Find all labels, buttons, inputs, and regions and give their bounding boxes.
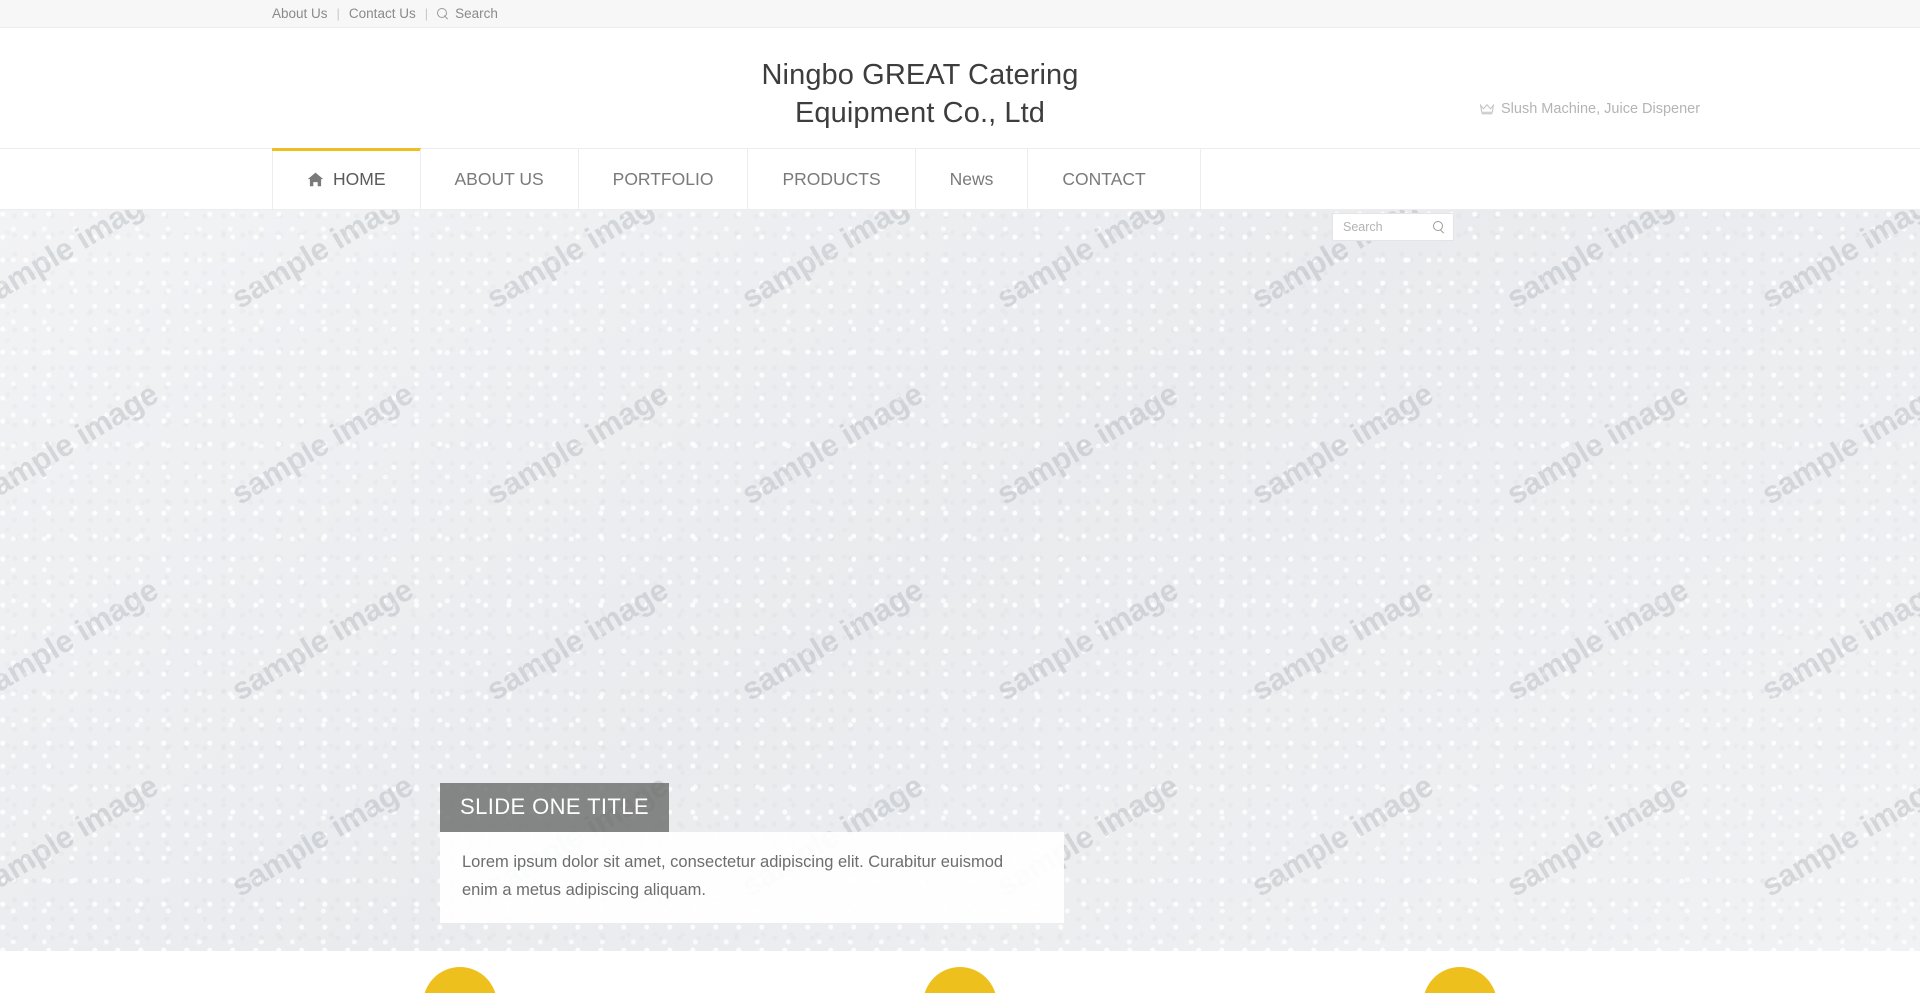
nav-item-label-products: PRODUCTS <box>782 168 881 189</box>
topbar-search-label: Search <box>455 5 498 21</box>
search-icon[interactable] <box>1433 221 1445 233</box>
feature-column-3 <box>1210 967 1710 993</box>
nav-item-label-portfolio: PORTFOLIO <box>612 168 714 189</box>
topbar-search-link[interactable]: Search <box>437 7 498 21</box>
main-navigation-inner: HOME ABOUT US PORTFOLIO PRODUCTS News CO… <box>210 148 1710 241</box>
slide-caption: SLIDE ONE TITLE Lorem ipsum dolor sit am… <box>440 783 1064 923</box>
topbar-link-about-us[interactable]: About Us <box>272 7 328 21</box>
nav-item-label-home: HOME <box>333 168 386 189</box>
top-utility-bar-inner: About Us | Contact Us | Search <box>210 0 1710 27</box>
search-icon <box>437 7 449 20</box>
site-title-line-2: Equipment Co., Ltd <box>794 97 1046 130</box>
nav-item-portfolio[interactable]: PORTFOLIO <box>577 149 748 209</box>
home-icon <box>307 172 324 186</box>
header-tagline: Slush Machine, Juice Dispener <box>1480 101 1700 117</box>
nav-item-products[interactable]: PRODUCTS <box>747 149 915 209</box>
search-box[interactable] <box>1332 213 1454 241</box>
feature-circle-2[interactable] <box>923 967 997 993</box>
brand-header-inner: Ningbo GREAT Catering Equipment Co., Ltd… <box>210 28 1710 148</box>
main-navigation-bar: HOME ABOUT US PORTFOLIO PRODUCTS News CO… <box>0 148 1920 241</box>
brand-header: Ningbo GREAT Catering Equipment Co., Ltd… <box>0 28 1920 148</box>
top-utility-bar: About Us | Contact Us | Search <box>0 0 1920 28</box>
topbar-separator-2: | <box>424 6 429 21</box>
site-title-line-1: Ningbo GREAT Catering <box>761 59 1079 91</box>
nav-item-home[interactable]: HOME <box>272 148 420 209</box>
feature-column-1 <box>210 967 710 993</box>
features-inner <box>210 951 1710 993</box>
topbar-separator-1: | <box>336 6 340 21</box>
search-input[interactable] <box>1343 220 1433 234</box>
crown-icon <box>1480 103 1494 114</box>
features-strip <box>0 951 1920 993</box>
nav-item-label-about-us: ABOUT US <box>454 168 544 189</box>
hero-slider[interactable]: sample image sample image sample image samp… <box>0 210 1920 951</box>
nav-item-contact[interactable]: CONTACT <box>1027 149 1180 209</box>
nav-item-news[interactable]: News <box>914 149 1028 209</box>
feature-circle-3[interactable] <box>1423 967 1497 993</box>
topbar-link-contact-us[interactable]: Contact Us <box>349 7 416 21</box>
slide-description: Lorem ipsum dolor sit amet, consectetur … <box>440 832 1064 923</box>
feature-column-2 <box>710 967 1210 993</box>
nav-item-label-news: News <box>949 168 994 189</box>
slide-title: SLIDE ONE TITLE <box>440 783 669 832</box>
main-navigation: HOME ABOUT US PORTFOLIO PRODUCTS News CO… <box>272 148 1201 209</box>
header-tagline-text: Slush Machine, Juice Dispener <box>1501 101 1701 117</box>
feature-circle-1[interactable] <box>423 967 497 993</box>
nav-item-label-contact: CONTACT <box>1062 168 1146 189</box>
page-title: Ningbo GREAT Catering Equipment Co., Ltd <box>640 56 1200 133</box>
nav-item-about-us[interactable]: ABOUT US <box>419 149 578 209</box>
